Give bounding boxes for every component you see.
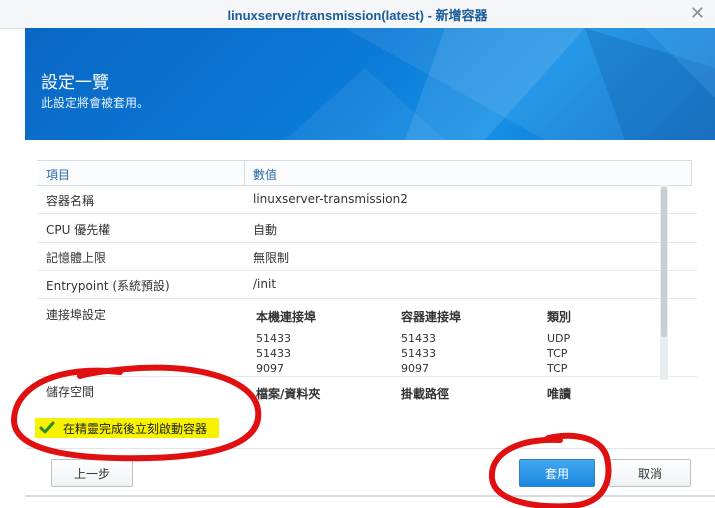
row-key: 容器名稱 — [46, 194, 95, 208]
banner-title: 設定一覽 — [41, 73, 109, 93]
scrollbar-thumb[interactable] — [661, 187, 667, 337]
port-container-cell: 51433 — [401, 332, 436, 345]
port-settings-label: 連接埠設定 — [46, 308, 107, 322]
dialog-footer: 上一步 套用 取消 — [25, 448, 715, 497]
column-header-value: 數值 — [253, 168, 278, 182]
checkbox-label: 在精靈完成後立刻啟動容器 — [63, 421, 208, 436]
storage-label: 儲存空間 — [46, 385, 95, 399]
summary-table: 項目 數值 容器名稱 linuxserver-transmission2 CPU… — [37, 160, 697, 402]
storage-row: 儲存空間 檔案/資料夾 掛載路徑 唯讀 — [37, 377, 697, 402]
port-header-container: 容器連接埠 — [401, 310, 462, 324]
table-row: 容器名稱 linuxserver-transmission2 — [37, 185, 697, 214]
port-container-cell: 51433 — [401, 347, 436, 360]
port-type-cell: UDP — [547, 332, 571, 345]
storage-header-mount: 掛載路徑 — [401, 387, 450, 401]
header-banner: 設定一覽 此設定將會被套用。 — [25, 28, 715, 140]
port-type-cell: TCP — [547, 347, 568, 360]
column-divider — [691, 161, 692, 185]
row-value: 自動 — [253, 223, 278, 237]
port-settings-row: 連接埠設定 本機連接埠 容器連接埠 類別 51433 51433 UDP 514… — [37, 300, 697, 377]
checkmark-icon[interactable] — [39, 420, 55, 436]
table-header: 項目 數值 — [37, 160, 692, 186]
row-key: CPU 優先權 — [46, 223, 111, 237]
table-row: CPU 優先權 自動 — [37, 214, 697, 243]
back-button[interactable]: 上一步 — [51, 459, 133, 487]
table-scrollbar[interactable] — [660, 185, 668, 380]
row-value: linuxserver-transmission2 — [253, 192, 408, 206]
port-container-cell: 9097 — [401, 362, 429, 375]
column-divider — [244, 161, 245, 185]
cancel-button[interactable]: 取消 — [609, 459, 691, 487]
port-local-cell: 51433 — [256, 332, 291, 345]
column-header-item: 項目 — [46, 168, 71, 182]
storage-header-folder: 檔案/資料夾 — [256, 387, 321, 401]
table-row: 記憶體上限 無限制 — [37, 242, 697, 271]
port-local-cell: 9097 — [256, 362, 284, 375]
row-key: 記憶體上限 — [46, 251, 107, 265]
table-row: Entrypoint (系統預設) /init — [37, 270, 697, 299]
apply-button[interactable]: 套用 — [519, 459, 595, 487]
row-key: Entrypoint (系統預設) — [46, 279, 170, 293]
banner-subtitle: 此設定將會被套用。 — [41, 96, 150, 110]
title-bar: linuxserver/transmission(latest) - 新增容器 … — [0, 0, 715, 29]
row-value: 無限制 — [253, 251, 290, 265]
port-local-cell: 51433 — [256, 347, 291, 360]
port-header-local: 本機連接埠 — [256, 310, 317, 324]
storage-header-readonly: 唯讀 — [547, 387, 572, 401]
banner-decoration — [285, 28, 715, 140]
close-icon[interactable]: ✕ — [690, 3, 705, 24]
window-title: linuxserver/transmission(latest) - 新增容器 — [227, 8, 488, 23]
dialog-bottom-border — [25, 495, 715, 497]
port-type-cell: TCP — [547, 362, 568, 375]
start-container-checkbox[interactable]: 在精靈完成後立刻啟動容器 — [35, 418, 219, 438]
row-value: /init — [253, 277, 277, 291]
port-header-type: 類別 — [547, 310, 572, 324]
